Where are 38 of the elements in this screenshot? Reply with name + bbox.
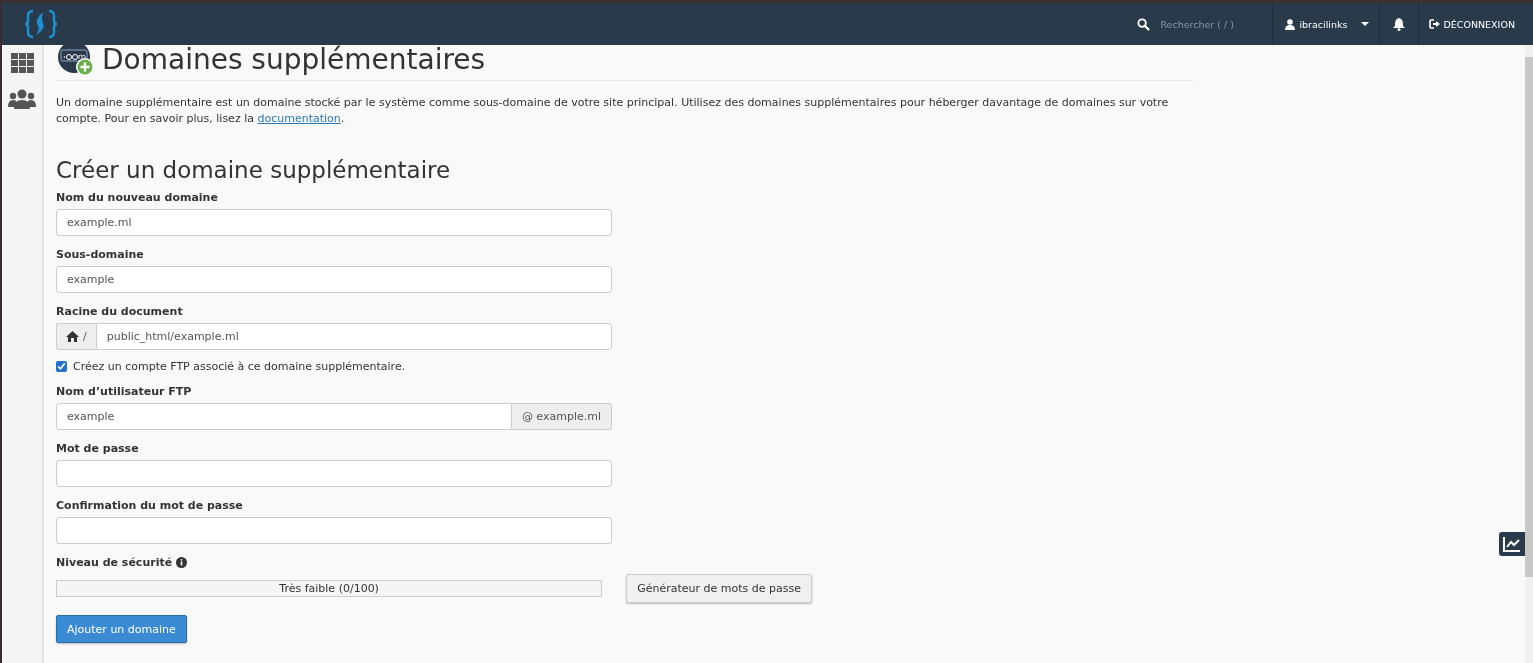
documentation-link[interactable]: documentation: [257, 112, 341, 125]
field-label: Niveau de sécurité: [56, 556, 173, 569]
field-label: Racine du document: [56, 305, 184, 318]
text-field[interactable]: example: [56, 403, 512, 430]
text-field[interactable]: example.ml: [56, 209, 612, 236]
intro-text: Un domaine supplémentaire est un domaine stocké par le système comme sous-domaine de votre site principal. Utilisez des domaines supplémentaires pour héberger davantage de domaines sur votre compte. Pour en savoir plus, lisez la documentation.: [56, 95, 1170, 127]
logo-icon[interactable]: [24, 7, 58, 41]
form-heading: Créer un domaine supplémentaire: [56, 157, 452, 183]
page-title: Domaines supplémentaires: [102, 42, 486, 76]
domain-suffix: @ example.ml: [511, 403, 612, 430]
info-icon[interactable]: [176, 557, 188, 568]
ftp-checkbox[interactable]: [56, 361, 67, 372]
chart-icon: [1503, 536, 1521, 552]
search-field[interactable]: Rechercher ( / ): [1158, 17, 1253, 31]
logout-icon: [1429, 19, 1441, 29]
users-icon[interactable]: [8, 89, 36, 109]
caret-icon: [1361, 21, 1370, 27]
password-field[interactable]: [56, 460, 612, 487]
field-label: Sous-domaine: [56, 248, 145, 261]
logout-button[interactable]: DÉCONNEXION: [1419, 3, 1525, 45]
field-label: Nom du nouveau domaine: [56, 191, 219, 204]
home-prefix: /: [56, 323, 96, 350]
password-field[interactable]: [56, 517, 612, 544]
strength-reading: Très faible (0/100): [279, 582, 379, 595]
search-icon: [1137, 17, 1151, 31]
stats-button[interactable]: [1499, 532, 1525, 556]
password-generator-button[interactable]: Générateur de mots de passe: [626, 574, 812, 603]
checkbox-label: Créez un compte FTP associé à ce domaine supplémentaire.: [73, 360, 406, 373]
text-field[interactable]: public_html/example.ml: [95, 323, 612, 350]
home-icon: [66, 331, 79, 342]
field-label: Nom d’utilisateur FTP: [56, 385, 193, 398]
text-field[interactable]: example: [56, 266, 612, 293]
add-domain-button[interactable]: Ajouter un domaine: [56, 615, 187, 643]
user-icon: [1285, 18, 1296, 30]
field-label: Confirmation du mot de passe: [56, 499, 244, 512]
bell-icon: [1393, 17, 1406, 31]
field-label: Mot de passe: [56, 442, 140, 455]
grid-icon[interactable]: [10, 53, 34, 73]
